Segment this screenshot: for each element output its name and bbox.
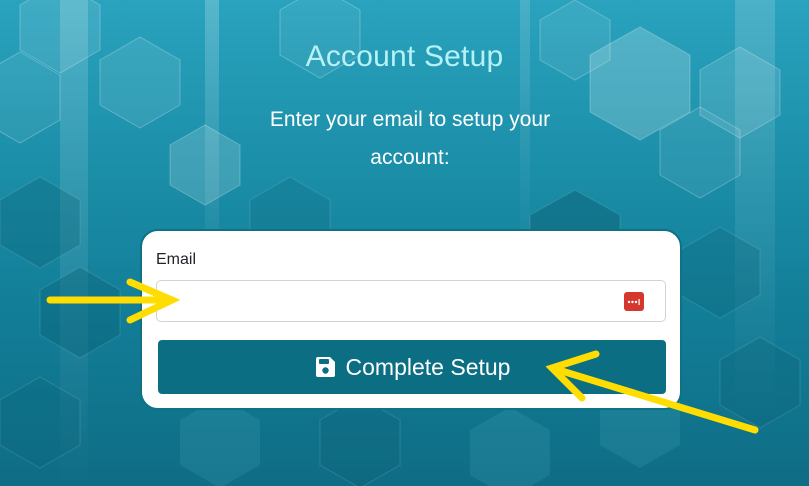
password-manager-icon[interactable] bbox=[624, 292, 644, 311]
page-subtitle: Enter your email to setup your account: bbox=[269, 108, 551, 169]
email-field[interactable] bbox=[156, 280, 666, 322]
floppy-disk-icon bbox=[314, 356, 336, 378]
account-setup-page: Account Setup Enter your email to setup … bbox=[0, 0, 809, 486]
setup-card: Email Complete Setup bbox=[140, 229, 682, 410]
email-label: Email bbox=[156, 251, 197, 268]
complete-setup-button[interactable]: Complete Setup bbox=[158, 340, 666, 394]
complete-setup-label: Complete Setup bbox=[345, 353, 511, 380]
page-title: Account Setup bbox=[305, 40, 504, 73]
